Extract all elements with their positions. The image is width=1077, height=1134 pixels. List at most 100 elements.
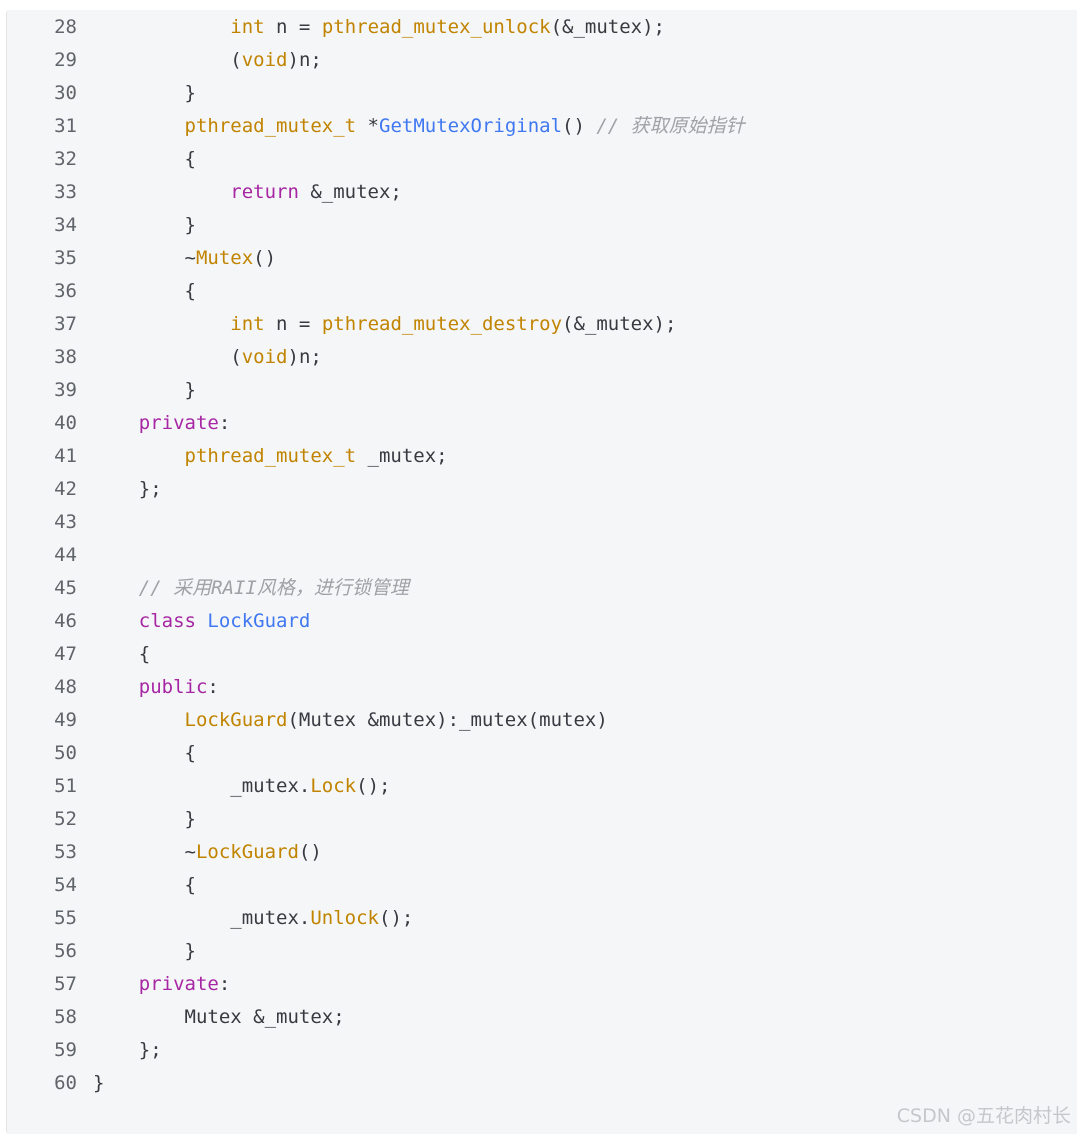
code-token: LockGuard [184,709,288,731]
code-token: pthread_mutex_t [184,115,357,137]
line-number: 50 [54,742,77,764]
code-text: { [77,737,196,770]
code-text: _mutex.Unlock(); [77,902,413,935]
code-token: _mutex. [230,907,311,929]
line-number: 39 [54,379,77,401]
code-token: Mutex [195,247,254,269]
code-text: Mutex &_mutex; [77,1001,345,1034]
line-number: 29 [54,49,77,71]
code-block[interactable]: 28 int n = pthread_mutex_unlock(&_mutex)… [6,10,1077,1134]
line-number: 55 [54,907,77,929]
code-line: 53 ~LockGuard() [7,836,1077,869]
line-number: 59 [54,1039,77,1061]
code-token: int [230,313,265,335]
code-text: }; [77,473,162,506]
code-token: _mutex. [230,775,311,797]
line-number: 60 [54,1072,77,1094]
code-line: 59 }; [7,1034,1077,1067]
code-token: { [184,874,196,896]
code-line: 29 (void)n; [7,44,1077,77]
code-line: 43 [7,506,1077,539]
code-token: }; [138,478,162,500]
line-number: 58 [54,1006,77,1028]
code-line: 54 { [7,869,1077,902]
code-line: 35 ~Mutex() [7,242,1077,275]
code-text: (void)n; [77,44,322,77]
code-text: pthread_mutex_t *GetMutexOriginal() // 获… [77,110,745,143]
code-token: private [138,412,219,434]
code-token: } [184,214,196,236]
code-token: (&_mutex); [550,16,665,38]
code-token: void [241,346,288,368]
code-token: (Mutex &mutex):_mutex(mutex) [287,709,608,731]
code-lines: 28 int n = pthread_mutex_unlock(&_mutex)… [7,11,1077,1100]
code-text: }; [77,1034,162,1067]
line-number: 37 [54,313,77,335]
code-token: )n; [287,346,322,368]
code-token: LockGuard [207,610,311,632]
line-number: 31 [54,115,77,137]
code-line: 52 } [7,803,1077,836]
line-number: 36 [54,280,77,302]
code-token: n = [264,313,322,335]
watermark: CSDN @五花肉村长 [896,1105,1071,1127]
line-number: 54 [54,874,77,896]
code-line: 40 private: [7,407,1077,440]
code-line: 50 { [7,737,1077,770]
code-token: () [562,115,597,137]
line-number: 45 [54,577,77,599]
code-text: private: [77,968,231,1001]
code-text: pthread_mutex_t _mutex; [77,440,448,473]
code-token: : [218,412,231,434]
line-number: 33 [54,181,77,203]
line-number: 48 [54,676,77,698]
code-token: : [207,676,219,698]
code-token: { [184,742,196,764]
code-token: { [184,280,196,302]
code-line: 37 int n = pthread_mutex_destroy(&_mutex… [7,308,1077,341]
code-token: // 采用RAII风格，进行锁管理 [138,577,409,599]
code-token: ( [230,49,242,71]
code-token: * [356,115,379,137]
line-number: 30 [54,82,77,104]
code-token: n = [264,16,322,38]
line-number: 49 [54,709,77,731]
line-number: 47 [54,643,77,665]
code-token: public [138,676,208,698]
code-line: 57 private: [7,968,1077,1001]
code-text: private: [77,407,231,440]
code-line: 51 _mutex.Lock(); [7,770,1077,803]
code-token: void [241,49,288,71]
code-token: } [184,808,196,830]
code-line: 42 }; [7,473,1077,506]
code-text: class LockGuard [77,605,311,638]
code-line: 55 _mutex.Unlock(); [7,902,1077,935]
line-number: 46 [54,610,77,632]
code-line: 41 pthread_mutex_t _mutex; [7,440,1077,473]
code-text: { [77,143,196,176]
line-number: 42 [54,478,77,500]
code-token: (); [379,907,414,929]
line-number: 40 [54,412,77,434]
line-number: 53 [54,841,77,863]
code-text: } [77,803,196,836]
code-token: Lock [310,775,357,797]
code-token: // 获取原始指针 [596,115,745,137]
code-line: 49 LockGuard(Mutex &mutex):_mutex(mutex) [7,704,1077,737]
code-line: 38 (void)n; [7,341,1077,374]
line-number: 52 [54,808,77,830]
code-line: 60} [7,1067,1077,1100]
code-token: private [138,973,219,995]
code-token: ~ [184,247,196,269]
line-number: 32 [54,148,77,170]
line-number: 41 [54,445,77,467]
code-token: { [138,643,151,665]
code-text: ~Mutex() [77,242,277,275]
code-token: ~ [184,841,196,863]
code-line: 34 } [7,209,1077,242]
code-line: 36 { [7,275,1077,308]
code-token: : [218,973,231,995]
code-text: (void)n; [77,341,322,374]
code-token: int [230,16,265,38]
